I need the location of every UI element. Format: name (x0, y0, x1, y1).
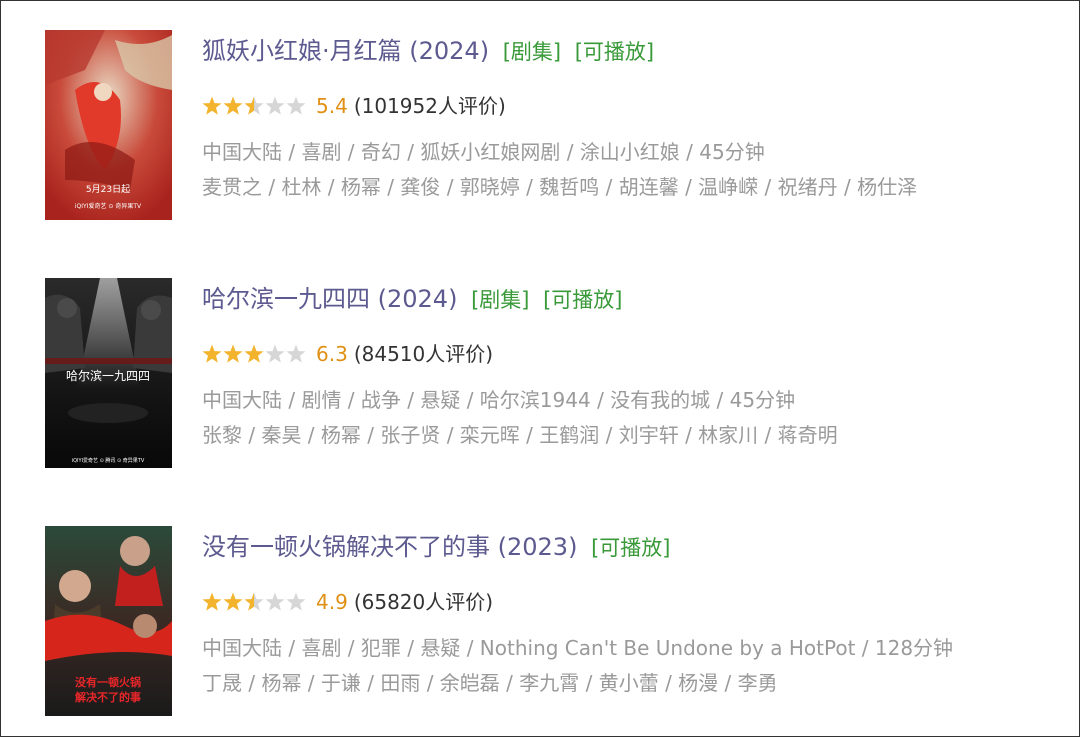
star-icon (202, 96, 222, 115)
star-icon (244, 96, 264, 115)
star-icon (244, 592, 264, 611)
cast-info: 张黎 / 秦昊 / 杨幂 / 张子贤 / 栾元晖 / 王鹤润 / 刘宇轩 / 林… (202, 423, 838, 447)
genre-info: 中国大陆 / 剧情 / 战争 / 悬疑 / 哈尔滨1944 / 没有我的城 / … (202, 388, 796, 412)
rating-score: 5.4 (316, 94, 348, 118)
poster-3-title-line2: 解决不了的事 (75, 690, 141, 704)
star-icon (265, 96, 285, 115)
star-rating-icon (202, 96, 308, 116)
star-icon (202, 592, 222, 611)
poster-3-title-line1: 没有一顿火锅 (75, 675, 141, 689)
result-title[interactable]: 狐妖小红娘·月红篇 (2024) (202, 37, 489, 65)
star-icon (223, 592, 243, 611)
star-icon (202, 344, 222, 363)
poster-image-icon: 5月23日起 iQIYI爱奇艺 ⊙ 奇异果TV (45, 30, 172, 220)
poster-1[interactable]: 5月23日起 iQIYI爱奇艺 ⊙ 奇异果TV (45, 30, 172, 220)
star-icon (286, 96, 306, 115)
genre-info: 中国大陆 / 喜剧 / 犯罪 / 悬疑 / Nothing Can't Be U… (202, 636, 954, 660)
poster-2[interactable]: 哈尔滨一九四四 iQIYI爱奇艺 ⊙ 腾讯 ⊙ 奇异果TV (45, 278, 172, 468)
cast-info: 丁晟 / 杨幂 / 于谦 / 田雨 / 余皑磊 / 李九霄 / 黄小蕾 / 杨漫… (202, 671, 778, 695)
cast-info: 麦贯之 / 杜林 / 杨幂 / 龚俊 / 郭晓婷 / 魏哲鸣 / 胡连馨 / 温… (202, 175, 918, 199)
result-item: 5月23日起 iQIYI爱奇艺 ⊙ 奇异果TV 狐妖小红娘·月红篇 (2024)… (45, 30, 1045, 220)
result-item: 没有一顿火锅 解决不了的事 没有一顿火锅解决不了的事 (2023) [可播放] … (45, 526, 1045, 716)
tag-playable[interactable]: [可播放] (543, 288, 622, 312)
tag-playable[interactable]: [可播放] (575, 40, 654, 64)
poster-1-date: 5月23日起 (86, 184, 130, 195)
poster-2-platforms: iQIYI爱奇艺 ⊙ 腾讯 ⊙ 奇异果TV (72, 457, 145, 464)
star-icon (265, 592, 285, 611)
star-rating-icon (202, 592, 308, 612)
poster-2-title: 哈尔滨一九四四 (66, 368, 150, 383)
rating-score: 6.3 (316, 342, 348, 366)
result-title[interactable]: 哈尔滨一九四四 (2024) (202, 285, 457, 313)
rating-votes: (84510人评价) (353, 342, 494, 366)
star-rating-icon (202, 344, 308, 364)
tag-series[interactable]: [剧集] (503, 40, 561, 64)
star-icon (223, 96, 243, 115)
star-icon (286, 344, 306, 363)
genre-info: 中国大陆 / 喜剧 / 奇幻 / 狐妖小红娘网剧 / 涂山小红娘 / 45分钟 (202, 140, 765, 164)
rating-votes: (101952人评价) (353, 94, 506, 118)
rating-votes: (65820人评价) (353, 590, 494, 614)
star-icon (244, 344, 264, 363)
tag-playable[interactable]: [可播放] (591, 536, 670, 560)
result-title[interactable]: 没有一顿火锅解决不了的事 (2023) (202, 533, 577, 561)
poster-image-icon: 没有一顿火锅 解决不了的事 (45, 526, 172, 716)
star-icon (223, 344, 243, 363)
search-results-panel: 5月23日起 iQIYI爱奇艺 ⊙ 奇异果TV 狐妖小红娘·月红篇 (2024)… (0, 0, 1080, 737)
rating-score: 4.9 (316, 590, 348, 614)
tag-series[interactable]: [剧集] (471, 288, 529, 312)
result-item: 哈尔滨一九四四 iQIYI爱奇艺 ⊙ 腾讯 ⊙ 奇异果TV 哈尔滨一九四四 (2… (45, 278, 1045, 468)
poster-3[interactable]: 没有一顿火锅 解决不了的事 (45, 526, 172, 716)
poster-1-platforms: iQIYI爱奇艺 ⊙ 奇异果TV (75, 202, 142, 210)
star-icon (286, 592, 306, 611)
poster-image-icon: 哈尔滨一九四四 iQIYI爱奇艺 ⊙ 腾讯 ⊙ 奇异果TV (45, 278, 172, 468)
star-icon (265, 344, 285, 363)
